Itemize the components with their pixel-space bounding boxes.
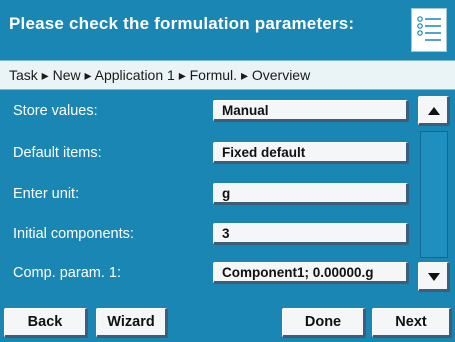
enter-unit-label: Enter unit:	[13, 186, 80, 202]
done-button[interactable]: Done	[282, 308, 366, 338]
scroll-down-button[interactable]	[418, 262, 450, 292]
initial-components-button[interactable]: 3	[213, 223, 409, 245]
wizard-button[interactable]: Wizard	[96, 308, 168, 338]
scroll-up-button[interactable]	[418, 96, 450, 126]
default-items-label: Default items:	[13, 145, 102, 161]
page-title: Please check the formulation parameters:	[9, 14, 355, 33]
scroll-down-arrow-icon	[428, 273, 440, 281]
list-menu-icon	[417, 16, 441, 41]
scroll-up-arrow-icon	[428, 107, 440, 115]
comp-param-1-button[interactable]: Component1; 0.00000.g	[213, 262, 409, 284]
initial-components-label: Initial components:	[13, 226, 134, 242]
next-button[interactable]: Next	[372, 308, 452, 338]
breadcrumb-bar: Task ▸ New ▸ Application 1 ▸ Formul. ▸ O…	[0, 60, 455, 90]
title-bar: Please check the formulation parameters:	[0, 0, 455, 60]
default-items-button[interactable]: Fixed default	[213, 142, 409, 164]
breadcrumb: Task ▸ New ▸ Application 1 ▸ Formul. ▸ O…	[9, 67, 311, 83]
store-values-button[interactable]: Manual	[213, 100, 409, 122]
enter-unit-button[interactable]: g	[213, 183, 409, 205]
menu-button[interactable]	[411, 8, 447, 52]
comp-param-1-label: Comp. param. 1:	[13, 265, 121, 281]
back-button[interactable]: Back	[4, 308, 88, 338]
store-values-label: Store values:	[13, 103, 98, 119]
scrollbar-thumb[interactable]	[420, 131, 448, 258]
